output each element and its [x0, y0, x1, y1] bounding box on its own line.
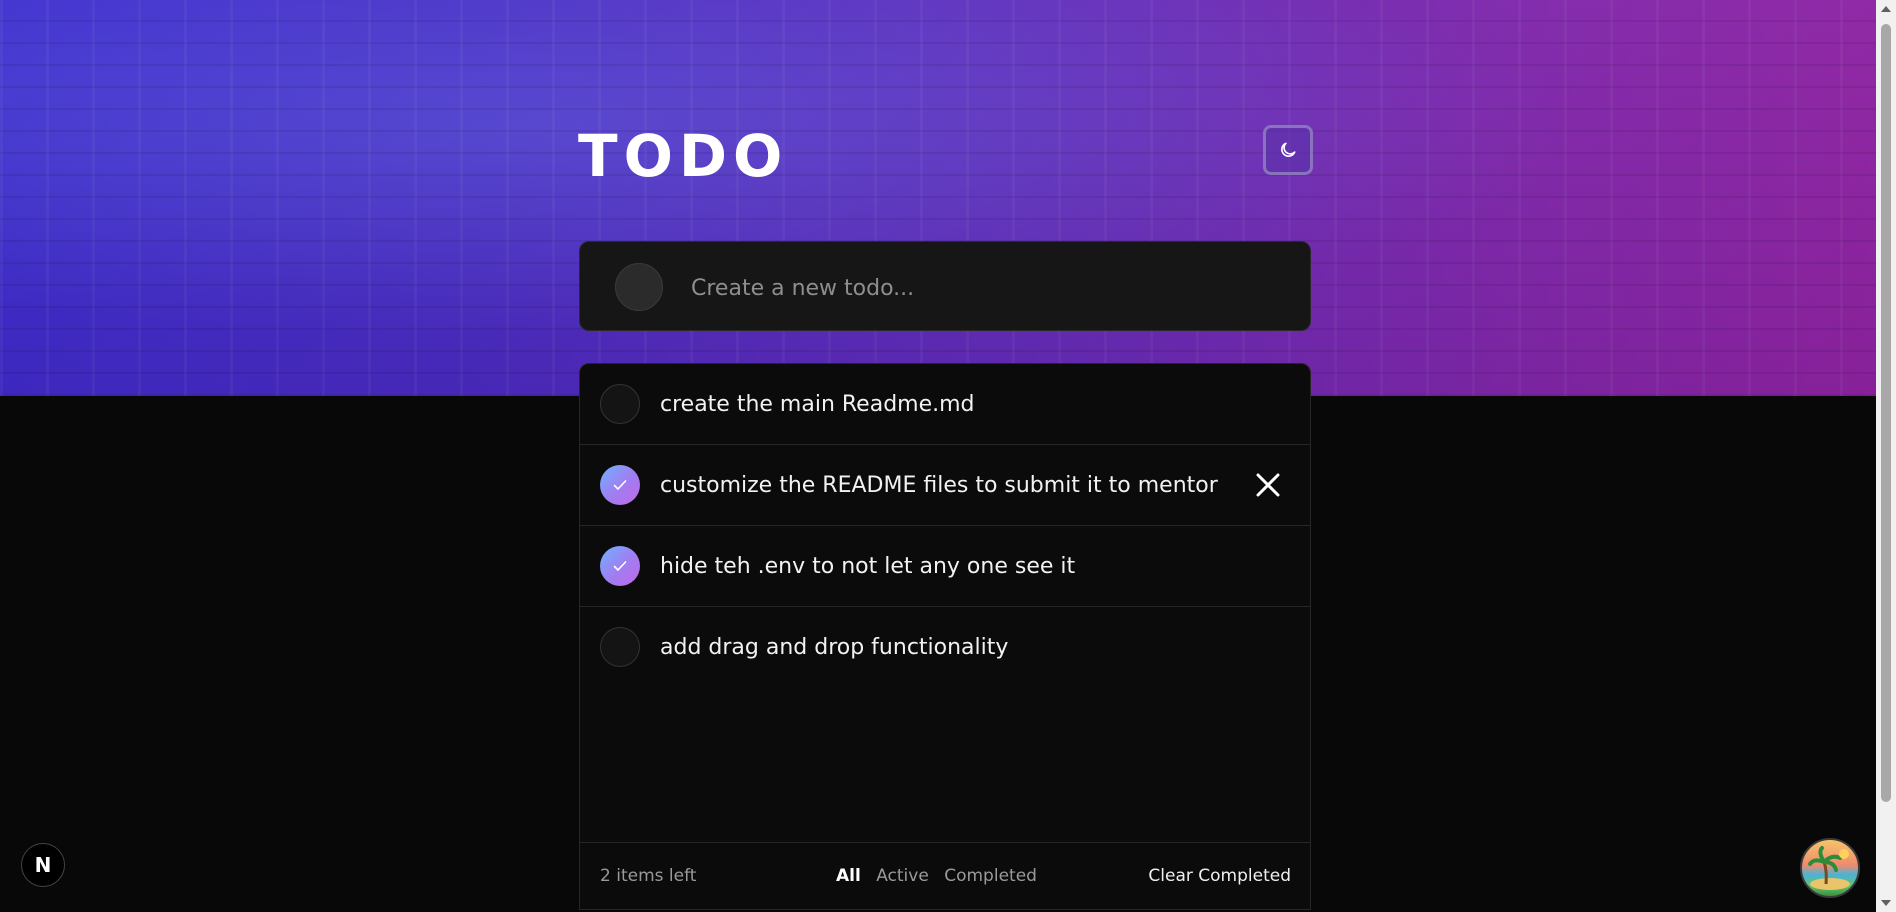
badge-letter: N	[34, 853, 52, 877]
moon-icon	[1281, 142, 1296, 157]
todo-item[interactable]: create the main Readme.md	[580, 364, 1310, 445]
todo-checkbox-checked[interactable]	[600, 465, 640, 505]
filter-group: All Active Completed	[836, 843, 1047, 909]
scroll-thumb[interactable]	[1881, 24, 1891, 802]
todo-checkbox-checked[interactable]	[600, 546, 640, 586]
delete-todo-button[interactable]	[1250, 467, 1286, 503]
todo-text: create the main Readme.md	[660, 392, 975, 417]
todo-footer: 2 items left All Active Completed Clear …	[580, 842, 1310, 909]
items-left-count: 2 items left	[600, 866, 697, 886]
todo-text: hide teh .env to not let any one see it	[660, 554, 1076, 579]
todo-item[interactable]: add drag and drop functionality	[580, 607, 1310, 688]
scroll-up-arrow[interactable]	[1881, 6, 1891, 12]
todo-text: customize the README files to submit it …	[660, 473, 1218, 498]
avatar[interactable]	[1800, 838, 1860, 898]
new-todo-bar	[579, 241, 1311, 331]
filter-all[interactable]: All	[836, 866, 861, 886]
check-icon	[613, 480, 627, 490]
new-todo-circle[interactable]	[615, 263, 663, 311]
hero-background	[0, 0, 1876, 396]
clear-completed-button[interactable]: Clear Completed	[1148, 843, 1291, 909]
vertical-scrollbar[interactable]	[1876, 0, 1896, 912]
filter-active[interactable]: Active	[876, 866, 929, 886]
close-icon	[1256, 473, 1280, 497]
island-icon	[1808, 846, 1850, 890]
todo-item[interactable]: customize the README files to submit it …	[580, 445, 1310, 526]
theme-toggle-button[interactable]	[1263, 125, 1313, 175]
todo-item[interactable]: hide teh .env to not let any one see it	[580, 526, 1310, 607]
check-icon	[613, 561, 627, 571]
todo-text: add drag and drop functionality	[660, 635, 1009, 660]
scroll-down-arrow[interactable]	[1881, 900, 1891, 906]
next-logo-badge[interactable]: N	[21, 843, 65, 887]
todo-checkbox[interactable]	[600, 627, 640, 667]
todo-checkbox[interactable]	[600, 384, 640, 424]
new-todo-input[interactable]	[689, 264, 1273, 312]
filter-completed[interactable]: Completed	[944, 866, 1037, 886]
app-title: TODO	[578, 122, 789, 190]
todo-list: create the main Readme.md customize the …	[579, 363, 1311, 910]
